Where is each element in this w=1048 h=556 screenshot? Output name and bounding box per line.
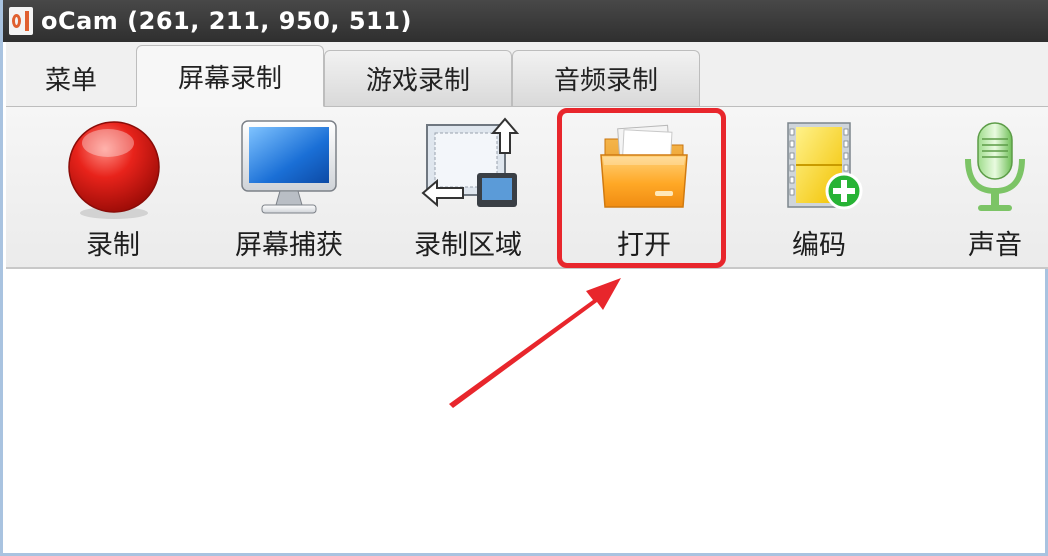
app-window: oCam (261, 211, 950, 511) 菜单 屏幕录制 游戏录制 音… [0,0,1048,556]
pointer-arrow-icon [449,278,621,408]
